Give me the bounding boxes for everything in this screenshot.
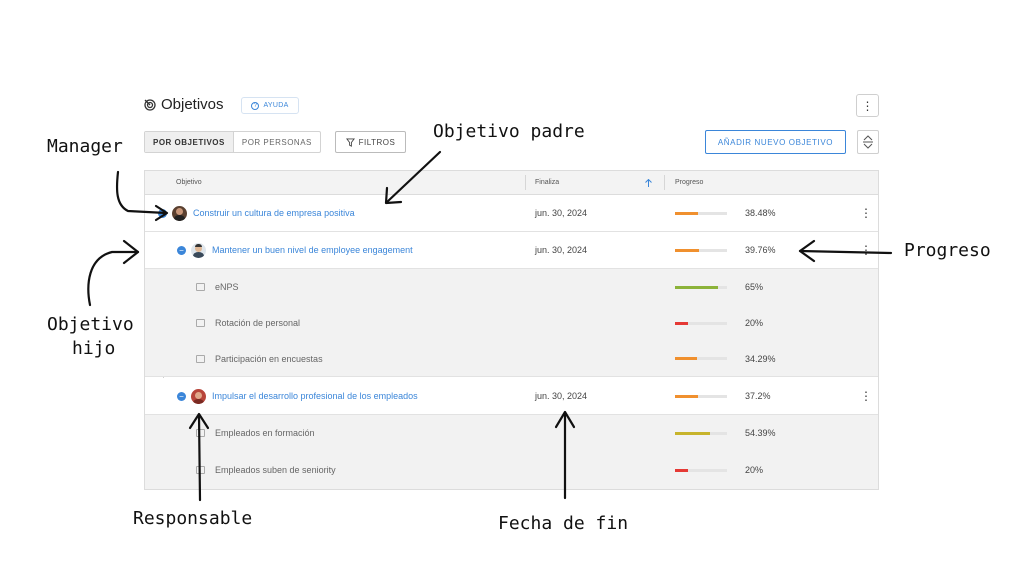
progress-bar (675, 394, 727, 398)
progress-value: 20% (745, 465, 764, 475)
annotation-parent-objective: Objetivo padre (433, 121, 585, 142)
annotation-owner: Responsable (133, 508, 253, 529)
filter-icon (345, 137, 355, 147)
table-row[interactable]: Participación en encuestas 34.29% (145, 341, 878, 377)
sort-arrow-up-icon[interactable] (645, 179, 652, 187)
filters-button[interactable]: FILTROS (335, 131, 406, 153)
key-result-name[interactable]: Participación en encuestas (215, 354, 323, 364)
col-progreso[interactable]: Progreso (675, 171, 703, 194)
progress-bar (675, 248, 727, 252)
key-result-name[interactable]: Empleados suben de seniority (215, 465, 336, 475)
table-header: Objetivo Finaliza Progreso (145, 171, 878, 195)
progress-bar (675, 431, 727, 435)
annotation-child-objective-line1: Objetivo (47, 314, 134, 335)
progress-value: 34.29% (745, 353, 776, 364)
help-button[interactable]: ? AYUDA (241, 97, 299, 114)
add-objective-button[interactable]: AÑADIR NUEVO OBJETIVO (705, 130, 846, 154)
end-date: jun. 30, 2024 (535, 391, 588, 401)
col-objetivo[interactable]: Objetivo (176, 171, 202, 194)
row-more-button[interactable]: ⋮ (860, 232, 872, 268)
progress-bar (675, 285, 727, 289)
objectives-table: Objetivo Finaliza Progreso − Construir u… (144, 170, 879, 490)
col-finaliza[interactable]: Finaliza (535, 171, 559, 194)
objective-link[interactable]: Mantener un buen nivel de employee engag… (212, 245, 413, 255)
annotation-end-date: Fecha de fin (498, 513, 629, 534)
collapse-icon[interactable]: − (177, 245, 186, 255)
key-result-name[interactable]: Rotación de personal (215, 318, 300, 328)
progress-value: 65% (745, 282, 764, 292)
progress-bar (675, 321, 727, 325)
annotation-child-objective-line2: hijo (72, 338, 116, 359)
key-result-name[interactable]: Empleados en formación (215, 428, 315, 438)
progress-value: 39.76% (745, 245, 776, 255)
expand-collapse-icon (863, 135, 873, 149)
progress-bar (675, 211, 727, 215)
tab-por-personas[interactable]: POR PERSONAS (234, 132, 320, 152)
collapse-icon[interactable]: − (158, 208, 167, 218)
avatar (172, 205, 187, 221)
more-options-button[interactable]: ⋮ (856, 94, 879, 117)
progress-value: 20% (745, 318, 764, 328)
table-row[interactable]: Empleados en formación 54.39% (145, 415, 878, 451)
key-result-name[interactable]: eNPS (215, 282, 239, 292)
row-more-button[interactable]: ⋮ (860, 195, 872, 231)
progress-value: 38.48% (745, 208, 776, 218)
end-date: jun. 30, 2024 (535, 245, 588, 255)
tab-por-objetivos[interactable]: POR OBJETIVOS (145, 132, 234, 152)
chart-icon (196, 283, 205, 291)
expand-collapse-button[interactable] (857, 130, 879, 154)
chart-icon (196, 466, 205, 474)
chart-icon (196, 354, 205, 363)
objective-link[interactable]: Construir un cultura de empresa positiva (193, 208, 355, 218)
avatar (191, 388, 206, 404)
objective-link[interactable]: Impulsar el desarrollo profesional de lo… (212, 391, 418, 401)
progress-value: 37.2% (745, 391, 771, 401)
chart-icon (196, 319, 205, 327)
progress-bar (675, 357, 727, 360)
view-toggle: POR OBJETIVOS POR PERSONAS (144, 131, 321, 153)
avatar (191, 242, 206, 258)
table-row[interactable]: eNPS 65% (145, 269, 878, 305)
question-icon: ? (251, 101, 260, 110)
target-icon (144, 99, 156, 111)
table-row[interactable]: Empleados suben de seniority 20% (145, 451, 878, 489)
annotation-progress: Progreso (904, 240, 991, 261)
table-row[interactable]: − Impulsar el desarrollo profesional de … (145, 378, 878, 415)
page-title: Objetivos (161, 96, 224, 113)
annotation-manager: Manager (47, 136, 123, 157)
chart-icon (196, 429, 205, 437)
help-label: AYUDA (263, 102, 289, 109)
collapse-icon[interactable]: − (177, 391, 186, 401)
table-row[interactable]: Rotación de personal 20% (145, 305, 878, 341)
end-date: jun. 30, 2024 (535, 208, 588, 218)
progress-bar (675, 468, 727, 472)
filters-label: FILTROS (358, 137, 396, 147)
table-row[interactable]: − Mantener un buen nivel de employee eng… (145, 232, 878, 269)
row-more-button[interactable]: ⋮ (860, 378, 872, 414)
progress-value: 54.39% (745, 428, 776, 438)
table-row[interactable]: − Construir un cultura de empresa positi… (145, 195, 878, 232)
